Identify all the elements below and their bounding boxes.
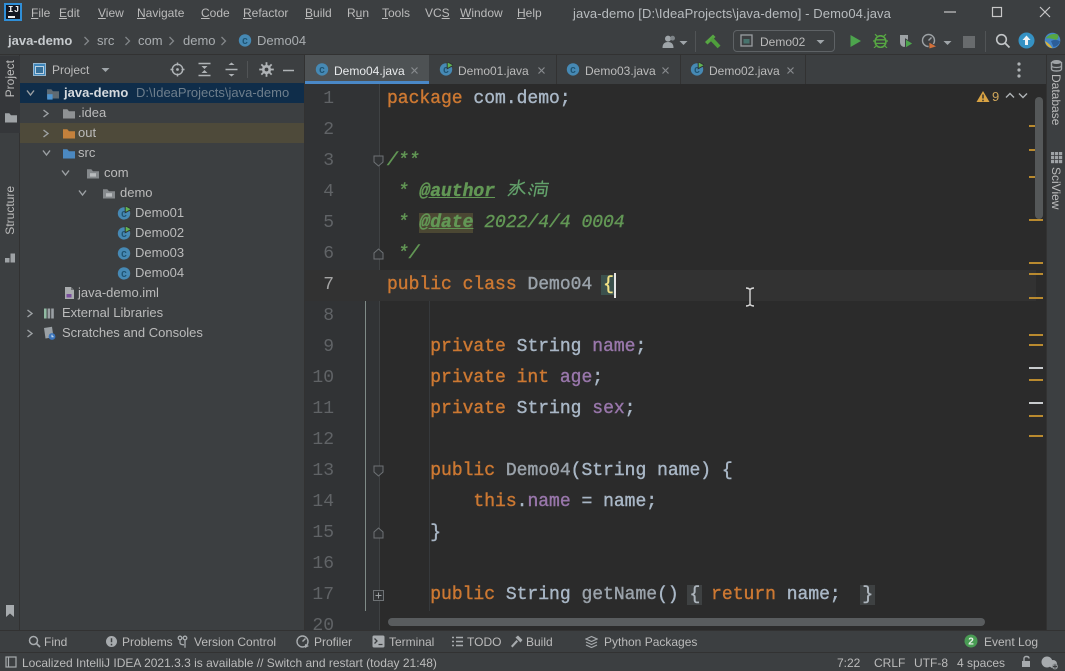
- svg-text:2: 2: [968, 637, 974, 648]
- svg-text:C: C: [121, 249, 127, 260]
- svg-text:C: C: [242, 36, 248, 47]
- svg-text:C: C: [570, 65, 576, 76]
- svg-text:C: C: [319, 65, 325, 76]
- svg-text:C: C: [121, 269, 127, 280]
